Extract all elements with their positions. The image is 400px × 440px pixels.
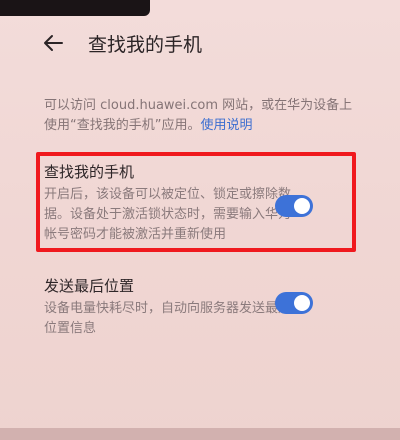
toggle-knob [294,295,310,311]
setting-description: 设备电量快耗尽时，自动向服务器发送最后位置信息 [44,301,292,336]
screen-bottom-edge [0,428,400,440]
help-link[interactable]: 使用说明 [200,118,252,133]
back-button[interactable] [38,28,68,58]
status-bar [0,0,150,16]
setting-send-last-location: 发送最后位置 设备电量快耗尽时，自动向服务器发送最后位置信息 [44,276,374,339]
send-last-location-toggle[interactable] [275,292,313,314]
phone-screen: 查找我的手机 可以访问 cloud.huawei.com 网站，或在华为设备上使… [0,0,400,440]
setting-name: 发送最后位置 [44,277,135,295]
highlight-box [36,152,356,252]
info-text: 可以访问 cloud.huawei.com 网站，或在华为设备上使用“查找我的手… [44,96,364,136]
arrow-left-icon [44,35,63,51]
page-header: 查找我的手机 [0,24,400,64]
info-description: 可以访问 cloud.huawei.com 网站，或在华为设备上使用“查找我的手… [44,98,353,133]
page-title: 查找我的手机 [88,34,203,56]
